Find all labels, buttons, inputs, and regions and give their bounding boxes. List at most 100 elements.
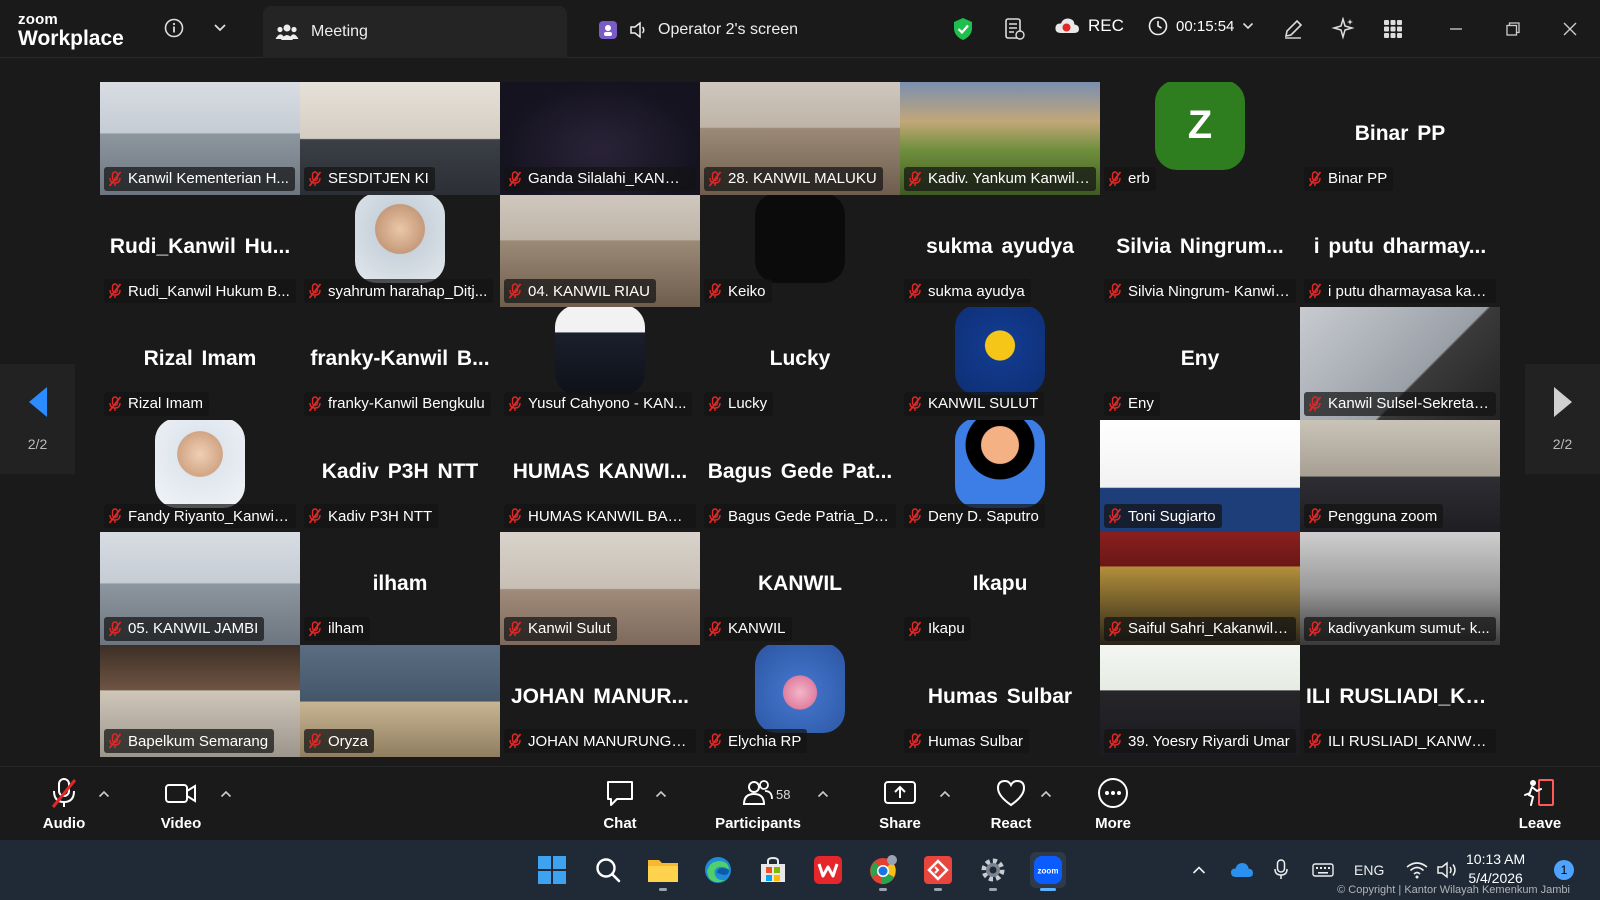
minimize-button[interactable] (1441, 14, 1471, 44)
zoom-app-icon[interactable]: zoom (1030, 852, 1066, 891)
onedrive-cloud-icon[interactable] (1230, 840, 1254, 900)
meeting-timer[interactable]: 00:15:54 (1148, 16, 1254, 36)
share-options-caret-icon[interactable] (939, 785, 953, 799)
participant-tile[interactable]: Kanwil Kementerian H... (100, 82, 300, 195)
chat-button[interactable]: Chat (580, 777, 660, 833)
participant-tile[interactable]: Oryza (300, 644, 500, 757)
participant-tile[interactable]: 05. KANWIL JAMBI (100, 532, 300, 645)
edge-browser-icon[interactable] (700, 852, 736, 888)
summary-doc-icon[interactable] (1001, 16, 1027, 42)
participant-tile[interactable]: Kadiv P3H NTT Kadiv P3H NTT (300, 419, 500, 532)
participant-tile[interactable]: Binar PP Binar PP (1300, 82, 1500, 195)
anydesk-icon[interactable] (920, 852, 956, 891)
participant-tile[interactable]: Rudi_Kanwil Hu... Rudi_Kanwil Hukum B... (100, 194, 300, 307)
participants-options-caret-icon[interactable] (817, 785, 831, 799)
participant-tile[interactable]: KANWIL SULUT (900, 307, 1100, 420)
react-options-caret-icon[interactable] (1040, 785, 1054, 799)
close-button[interactable] (1555, 14, 1585, 44)
video-button[interactable]: Video (141, 777, 221, 833)
logo-line2: Workplace (18, 27, 124, 50)
participant-tile[interactable]: franky-Kanwil B... franky-Kanwil Bengkulu (300, 307, 500, 420)
participant-tile[interactable]: Saiful Sahri_Kakanwil K... (1100, 532, 1300, 645)
arrow-left-icon (28, 387, 47, 417)
participant-tile[interactable]: Pengguna zoom (1300, 419, 1500, 532)
annotate-pencil-icon[interactable] (1278, 14, 1308, 44)
participant-tile[interactable]: ILI RUSLIADI_KA... ILI RUSLIADI_KANWIL ..… (1300, 644, 1500, 757)
participant-tile[interactable]: kadivyankum sumut- k... (1300, 532, 1500, 645)
apps-grid-icon[interactable] (1378, 14, 1408, 44)
participant-tile[interactable]: HUMAS KANWI... HUMAS KANWIL BABEL (500, 419, 700, 532)
more-button[interactable]: More (1073, 777, 1153, 833)
windows-start-icon[interactable] (534, 852, 570, 888)
participant-tile[interactable]: Ikapu Ikapu (900, 532, 1100, 645)
participant-tile[interactable]: Fandy Riyanto_Kanwil ... (100, 419, 300, 532)
participant-name-label: Ikapu (904, 616, 971, 641)
mic-muted-icon (1108, 283, 1122, 299)
wps-office-icon[interactable] (810, 852, 846, 888)
participant-tile[interactable]: 28. KANWIL MALUKU (700, 82, 900, 195)
screen-share-indicator[interactable]: Operator 2's screen (598, 16, 798, 44)
system-clock[interactable]: 10:13 AM 5/4/2026 (1466, 850, 1525, 888)
notification-badge[interactable]: 1 (1554, 860, 1574, 880)
participant-tile[interactable]: Bapelkum Semarang (100, 644, 300, 757)
participant-tile[interactable]: sukma ayudya sukma ayudya (900, 194, 1100, 307)
microphone-tray-icon[interactable] (1274, 840, 1288, 900)
security-shield-icon[interactable] (950, 16, 976, 42)
participant-tile[interactable]: Bagus Gede Pat... Bagus Gede Patria_DJKI (700, 419, 900, 532)
participants-button[interactable]: Participants (712, 777, 804, 833)
share-button[interactable]: Share (860, 777, 940, 833)
participant-tile[interactable]: i putu dharmay... i putu dharmayasa kan..… (1300, 194, 1500, 307)
recording-indicator[interactable]: REC (1054, 16, 1124, 36)
participant-tile[interactable]: Keiko (700, 194, 900, 307)
participant-tile[interactable]: JOHAN MANUR... JOHAN MANURUNG-KAK... (500, 644, 700, 757)
previous-page-button[interactable]: 2/2 (0, 364, 75, 474)
search-icon[interactable] (590, 852, 626, 888)
participant-tile[interactable]: Elychia RP (700, 644, 900, 757)
participant-tile[interactable]: Deny D. Saputro (900, 419, 1100, 532)
file-explorer-icon[interactable] (645, 852, 681, 891)
settings-gear-icon[interactable] (975, 852, 1011, 891)
info-icon[interactable] (162, 16, 186, 40)
react-button[interactable]: React (971, 777, 1051, 833)
svg-text:zoom: zoom (1038, 867, 1059, 876)
chevron-down-icon[interactable] (208, 16, 232, 40)
participant-tile[interactable]: Yusuf Cahyono - KAN... (500, 307, 700, 420)
participant-tile[interactable]: Kanwil Sulut (500, 532, 700, 645)
ai-companion-icon[interactable] (1328, 14, 1358, 44)
participant-name: Humas Sulbar (928, 732, 1024, 750)
participant-tile[interactable]: 39. Yoesry Riyardi Umar (1100, 644, 1300, 757)
keyboard-icon[interactable] (1312, 840, 1334, 900)
video-options-caret-icon[interactable] (220, 785, 234, 799)
participant-tile[interactable]: Ganda Silalahi_KANWI... (500, 82, 700, 195)
participant-tile[interactable]: KANWIL KANWIL (700, 532, 900, 645)
mic-muted-icon (908, 283, 922, 299)
participant-name: Deny D. Saputro (928, 507, 1039, 525)
audio-options-caret-icon[interactable] (98, 785, 112, 799)
participant-tile[interactable]: 04. KANWIL RIAU (500, 194, 700, 307)
participant-tile[interactable]: Rizal Imam Rizal Imam (100, 307, 300, 420)
participant-tile[interactable]: SESDITJEN KI (300, 82, 500, 195)
participant-tile[interactable]: Eny Eny (1100, 307, 1300, 420)
participant-initial-avatar: Z (1155, 82, 1245, 171)
next-page-button[interactable]: 2/2 (1525, 364, 1600, 474)
audio-button[interactable]: Audio (24, 777, 104, 833)
participant-name: Toni Sugiarto (1128, 507, 1216, 525)
participant-tile[interactable]: Toni Sugiarto (1100, 419, 1300, 532)
chat-options-caret-icon[interactable] (655, 785, 669, 799)
chrome-browser-icon[interactable] (865, 852, 901, 891)
participant-tile[interactable]: Humas Sulbar Humas Sulbar (900, 644, 1100, 757)
restore-button[interactable] (1498, 14, 1528, 44)
participant-tile[interactable]: Silvia Ningrum... Silvia Ningrum- Kanwil.… (1100, 194, 1300, 307)
microsoft-store-icon[interactable] (755, 852, 791, 888)
participant-tile[interactable]: syahrum harahap_Ditj... (300, 194, 500, 307)
participant-tile[interactable]: Lucky Lucky (700, 307, 900, 420)
show-hidden-icons-chevron-icon[interactable] (1192, 840, 1206, 900)
windows-taskbar: zoom ENG 10:13 AM 5/4/2026 © Copyright |… (0, 840, 1600, 900)
participant-tile[interactable]: ilham ilham (300, 532, 500, 645)
participant-tile[interactable]: Kadiv. Yankum Kanwil ... (900, 82, 1100, 195)
tab-meeting[interactable]: Meeting (263, 6, 567, 58)
leave-button[interactable]: Leave (1500, 777, 1580, 833)
participant-name: i putu dharmayasa kan... (1328, 282, 1490, 300)
participant-tile[interactable]: Zerb (1100, 82, 1300, 195)
participant-tile[interactable]: Kanwil Sulsel-Sekretari... (1300, 307, 1500, 420)
